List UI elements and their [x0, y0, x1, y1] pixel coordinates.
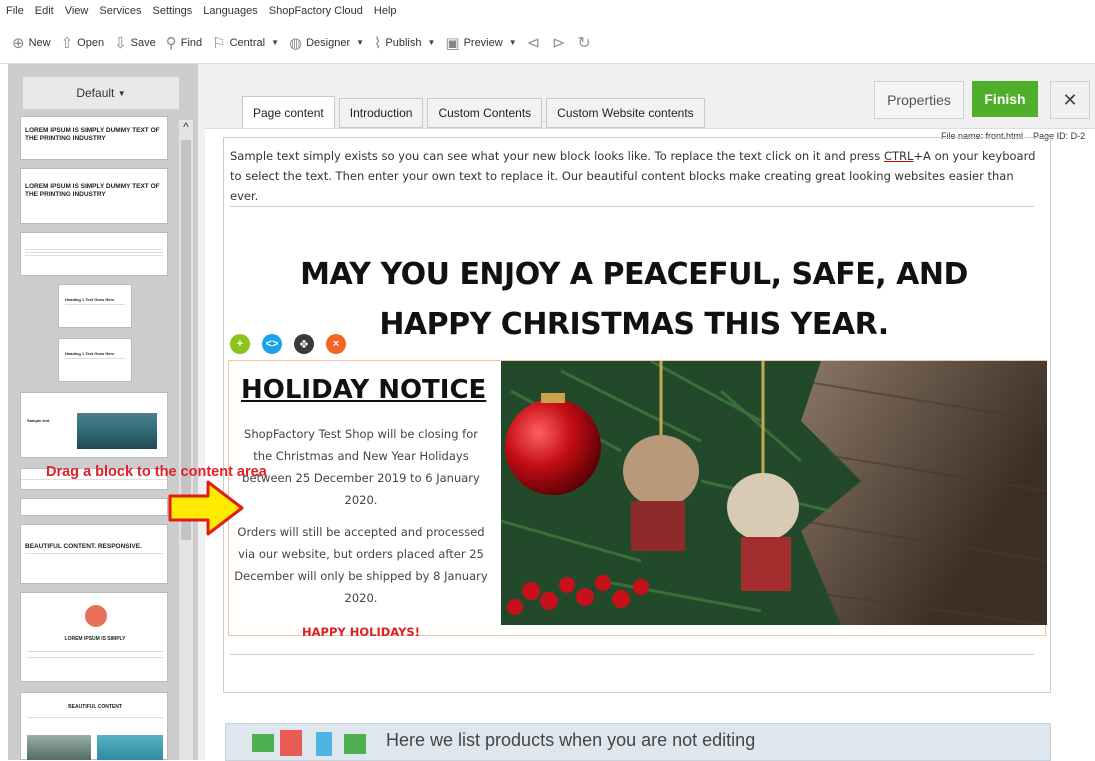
landscape-image — [27, 735, 91, 760]
save-button[interactable]: ⇩ Save — [114, 34, 156, 52]
holiday-notice-title: HOLIDAY NOTICE — [241, 375, 487, 405]
broadcast-icon: ⌇ — [374, 34, 382, 52]
upload-icon: ⇧ — [60, 34, 74, 52]
find-button[interactable]: ⚲ Find — [166, 34, 202, 52]
menu-bar: File Edit View Services Settings Languag… — [0, 0, 1095, 22]
menu-services[interactable]: Services — [99, 5, 141, 17]
product-icon — [316, 732, 332, 756]
block-thumb-5[interactable]: Heading 1 Text Goes Here — [58, 338, 132, 382]
block-thumb-6[interactable]: Sample text — [20, 392, 168, 458]
close-icon[interactable]: ✕ — [1050, 81, 1090, 119]
holiday-notice-block[interactable]: HOLIDAY NOTICE ShopFactory Test Shop wil… — [228, 360, 1047, 639]
flag-icon: ⚐ — [212, 34, 226, 52]
preview-button[interactable]: ▣ Preview ▼ — [445, 34, 516, 52]
content-tabs: Page content Introduction Custom Content… — [242, 94, 709, 130]
product-icon — [252, 734, 274, 752]
product-icon — [280, 730, 302, 756]
menu-file[interactable]: File — [6, 5, 24, 17]
sample-text-block[interactable]: Sample text simply exists so you can see… — [230, 146, 1040, 206]
chevron-down-icon: ▼ — [427, 38, 436, 47]
publish-button[interactable]: ⌇ Publish ▼ — [374, 34, 435, 52]
search-icon: ⚲ — [165, 34, 177, 52]
palette-icon: ◍ — [289, 34, 303, 52]
code-icon[interactable]: <> — [262, 334, 282, 354]
products-placeholder-text: Here we list products when you are not e… — [386, 730, 756, 750]
add-block-icon[interactable]: + — [230, 334, 250, 354]
plus-circle-icon: ⊕ — [12, 34, 25, 52]
new-button[interactable]: ⊕ New — [12, 34, 51, 52]
menu-view[interactable]: View — [65, 5, 89, 17]
ctrl-text: CTRL — [883, 149, 914, 163]
delete-block-icon[interactable]: × — [326, 334, 346, 354]
chevron-up-icon[interactable]: ^ — [179, 120, 193, 136]
menu-settings[interactable]: Settings — [153, 5, 193, 17]
download-icon: ⇩ — [114, 34, 127, 52]
default-dropdown[interactable]: Default ▼ — [22, 76, 180, 110]
block-library-panel: Default ▼ LOREM IPSUM IS SIMPLY DUMMY TE… — [8, 64, 198, 760]
chevron-down-icon: ▼ — [508, 38, 517, 47]
menu-edit[interactable]: Edit — [35, 5, 54, 17]
properties-button[interactable]: Properties — [874, 81, 964, 119]
block-thumb-1[interactable]: LOREM IPSUM IS SIMPLY DUMMY TEXT OF THE … — [20, 116, 168, 160]
divider — [230, 654, 1034, 655]
chevron-down-icon: ▼ — [271, 38, 279, 47]
chevron-down-icon: ▼ — [356, 38, 365, 47]
block-thumb-4[interactable]: Heading 1 Text Goes Here — [58, 284, 132, 328]
forward-icon[interactable]: ⊳ — [552, 33, 565, 53]
preview-icon: ▣ — [445, 34, 460, 52]
chevron-down-icon: ▼ — [117, 88, 126, 98]
finish-button[interactable]: Finish — [972, 81, 1038, 117]
block-thumb-3[interactable] — [20, 232, 168, 276]
menu-help[interactable]: Help — [374, 5, 397, 17]
toolbar: ⊕ New ⇧ Open ⇩ Save ⚲ Find ⚐ Central ▼ ◍ Design… — [0, 22, 1095, 64]
product-icon — [344, 734, 366, 754]
open-button[interactable]: ⇧ Open — [61, 34, 105, 52]
beach-image — [97, 735, 163, 760]
designer-button[interactable]: ◍ Designer ▼ — [289, 34, 364, 52]
tab-page-content[interactable]: Page content — [242, 96, 335, 130]
block-thumb-9[interactable]: BEAUTIFUL CONTENT. RESPONSIVE. — [20, 524, 168, 584]
page-canvas: Sample text simply exists so you can see… — [223, 137, 1051, 693]
menu-languages[interactable]: Languages — [203, 5, 257, 17]
menu-shopfactory-cloud[interactable]: ShopFactory Cloud — [269, 5, 363, 17]
block-thumbnails: LOREM IPSUM IS SIMPLY DUMMY TEXT OF THE … — [20, 116, 168, 760]
editor-area: Default ▼ LOREM IPSUM IS SIMPLY DUMMY TE… — [8, 64, 1095, 761]
central-button[interactable]: ⚐ Central ▼ — [212, 34, 279, 52]
tab-introduction[interactable]: Introduction — [338, 98, 424, 128]
block-thumb-2[interactable]: LOREM IPSUM IS SIMPLY DUMMY TEXT OF THE … — [20, 168, 168, 224]
christmas-headline[interactable]: MAY YOU ENJOY A PEACEFUL, SAFE, AND HAPP… — [224, 250, 1044, 350]
drag-hint-text: Drag a block to the content area — [46, 464, 267, 480]
flower-image — [85, 605, 107, 627]
happy-holidays-text: HAPPY HOLIDAYS! — [302, 625, 420, 639]
move-icon[interactable]: ✥ — [294, 334, 314, 354]
block-thumb-10[interactable]: LOREM IPSUM IS SIMPLY — [20, 592, 168, 682]
holiday-notice-body: ShopFactory Test Shop will be closing fo… — [233, 423, 489, 643]
divider — [230, 206, 1034, 207]
block-thumb-11[interactable]: BEAUTIFUL CONTENT — [20, 692, 168, 760]
thumbnails-scrollbar[interactable]: ^ — [179, 120, 193, 760]
refresh-icon[interactable]: ↻ — [577, 33, 590, 53]
block-thumb-8[interactable] — [20, 498, 168, 516]
tab-custom-contents[interactable]: Custom Contents — [427, 98, 543, 128]
page-content-panel: File name: front.html Page ID: D-2 Sampl… — [205, 128, 1095, 761]
holiday-paragraph-1: ShopFactory Test Shop will be closing fo… — [242, 427, 480, 507]
christmas-tree-image — [501, 361, 1047, 625]
products-placeholder: Here we list products when you are not e… — [225, 723, 1051, 761]
tab-custom-website-contents[interactable]: Custom Website contents — [546, 98, 705, 128]
right-arrow-icon — [168, 480, 244, 536]
back-icon[interactable]: ⊲ — [527, 33, 540, 53]
holiday-paragraph-2: Orders will still be accepted and proces… — [234, 525, 488, 605]
lake-image — [77, 413, 157, 449]
